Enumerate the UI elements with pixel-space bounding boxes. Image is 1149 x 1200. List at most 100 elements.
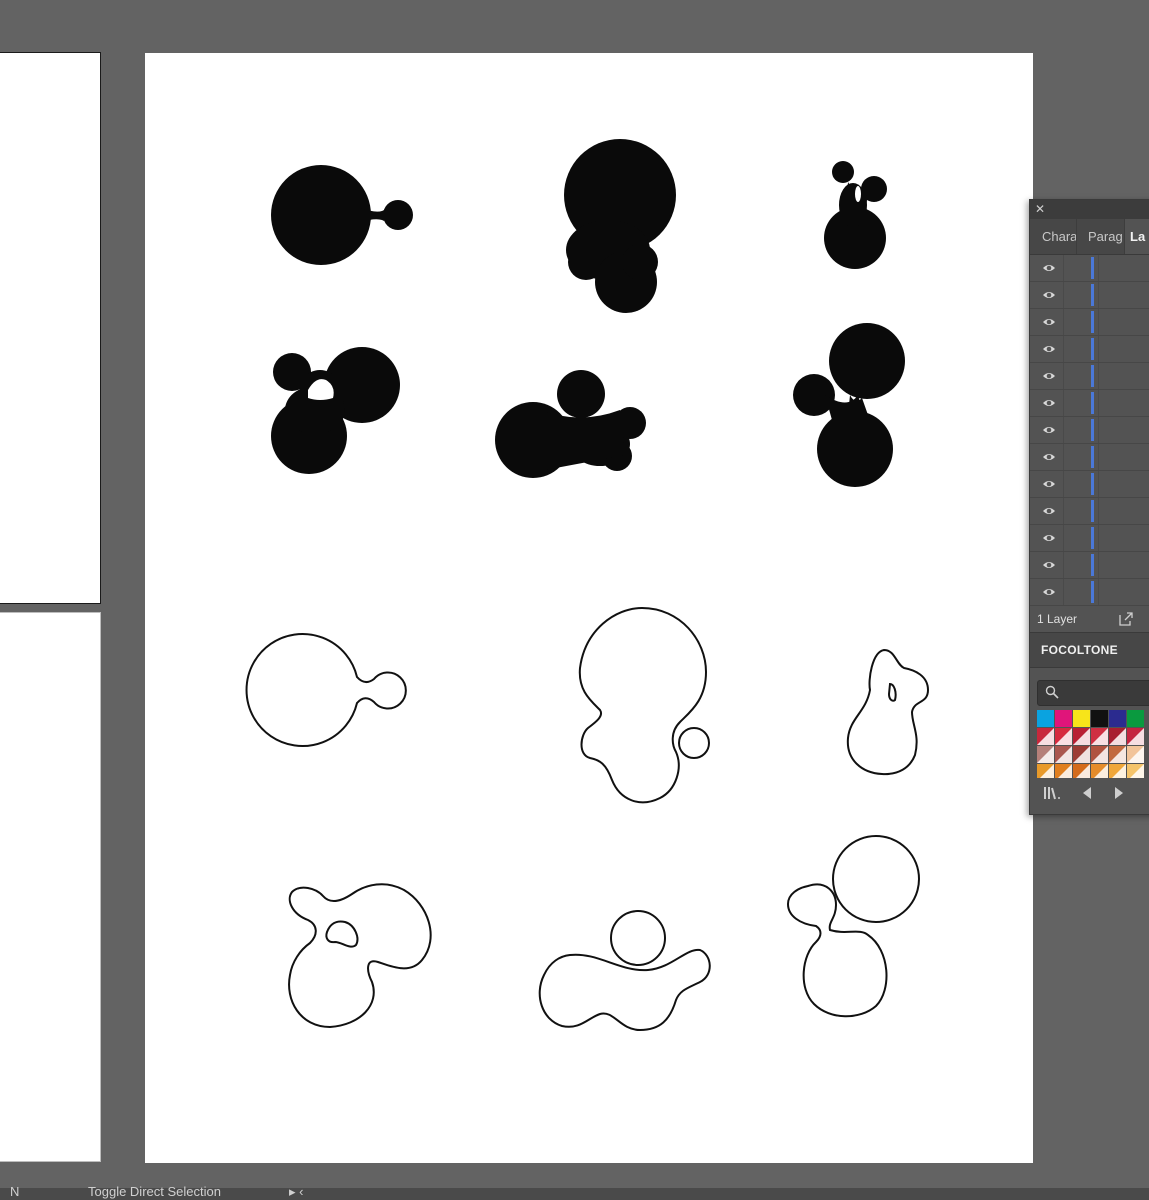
blob-hand-outline[interactable]: [846, 648, 930, 776]
lock-toggle-cell[interactable]: [1063, 390, 1064, 416]
lock-toggle-cell[interactable]: [1063, 525, 1064, 551]
eye-icon[interactable]: [1042, 450, 1056, 464]
eye-icon[interactable]: [1042, 315, 1056, 329]
blob-bulb-outline[interactable]: [578, 606, 710, 804]
blob-bulb[interactable]: [564, 139, 676, 313]
artboard-main[interactable]: [145, 53, 1033, 1163]
eye-icon[interactable]: [1042, 585, 1056, 599]
row-divider: [1098, 471, 1099, 497]
lock-toggle-cell[interactable]: [1063, 498, 1064, 524]
layer-row[interactable]: [1030, 498, 1149, 525]
panel-tabs: Chara Parag La: [1030, 219, 1149, 255]
eye-icon[interactable]: [1042, 261, 1056, 275]
color-swatch[interactable]: [1127, 710, 1144, 727]
eye-icon[interactable]: [1042, 288, 1056, 302]
lock-toggle-cell[interactable]: [1063, 552, 1064, 578]
swatch-footer: [1030, 782, 1149, 804]
blob-cluster-outline[interactable]: [288, 883, 432, 1029]
row-divider: [1098, 498, 1099, 524]
row-divider: [1098, 552, 1099, 578]
blob-wave-outline[interactable]: [538, 910, 711, 1032]
layers-panel[interactable]: ✕ Chara Parag La 1 Layer FOCOLTONE: [1029, 199, 1149, 815]
row-divider: [1098, 444, 1099, 470]
previous-icon[interactable]: [1081, 785, 1093, 801]
row-divider: [1098, 525, 1099, 551]
lock-toggle-cell[interactable]: [1063, 579, 1064, 605]
status-tool-glyph: N: [10, 1184, 20, 1199]
layer-color-indicator: [1091, 554, 1094, 576]
layer-row[interactable]: [1030, 282, 1149, 309]
close-icon[interactable]: ✕: [1035, 202, 1045, 216]
lock-toggle-cell[interactable]: [1063, 255, 1064, 281]
lock-toggle-cell[interactable]: [1063, 336, 1064, 362]
eye-icon[interactable]: [1042, 396, 1056, 410]
layer-row[interactable]: [1030, 579, 1149, 606]
blob-hand[interactable]: [824, 161, 887, 269]
layers-footer: 1 Layer: [1030, 606, 1149, 633]
blob-tower[interactable]: [793, 323, 905, 487]
layer-color-indicator: [1091, 365, 1094, 387]
layer-row[interactable]: [1030, 309, 1149, 336]
row-divider: [1098, 390, 1099, 416]
layer-row[interactable]: [1030, 471, 1149, 498]
swatch-library-header: FOCOLTONE: [1030, 633, 1149, 668]
tab-layers[interactable]: La: [1125, 219, 1149, 254]
row-divider: [1098, 336, 1099, 362]
swatch-search-input[interactable]: [1037, 680, 1149, 706]
color-swatch[interactable]: [1109, 710, 1126, 727]
panel-topbar[interactable]: ✕: [1030, 200, 1149, 219]
blob-cluster[interactable]: [271, 347, 400, 474]
blob-circle-small-outline[interactable]: [245, 633, 407, 747]
color-swatch[interactable]: [1037, 710, 1054, 727]
eye-icon[interactable]: [1042, 369, 1056, 383]
lock-toggle-cell[interactable]: [1063, 363, 1064, 389]
layer-color-indicator: [1091, 257, 1094, 279]
layer-row[interactable]: [1030, 363, 1149, 390]
layer-row[interactable]: [1030, 255, 1149, 282]
search-icon: [1045, 685, 1059, 699]
artwork-canvas: [245, 139, 930, 1032]
layer-row[interactable]: [1030, 336, 1149, 363]
eye-icon[interactable]: [1042, 477, 1056, 491]
tab-paragraph[interactable]: Parag: [1077, 219, 1125, 254]
eye-icon[interactable]: [1042, 531, 1056, 545]
row-divider: [1098, 309, 1099, 335]
blob-circle-small[interactable]: [271, 165, 413, 265]
export-icon[interactable]: [1118, 611, 1134, 627]
swatch-library-title: FOCOLTONE: [1041, 643, 1118, 657]
layer-row[interactable]: [1030, 552, 1149, 579]
status-bar: N Toggle Direct Selection ▸ ‹: [0, 1184, 1149, 1200]
layer-color-indicator: [1091, 311, 1094, 333]
eye-icon[interactable]: [1042, 423, 1056, 437]
row-divider: [1098, 363, 1099, 389]
layer-color-indicator: [1091, 581, 1094, 603]
layer-color-indicator: [1091, 473, 1094, 495]
blob-wave[interactable]: [495, 370, 646, 478]
layer-row[interactable]: [1030, 525, 1149, 552]
blob-tower-outline[interactable]: [786, 835, 920, 1018]
lock-toggle-cell[interactable]: [1063, 444, 1064, 470]
lock-toggle-cell[interactable]: [1063, 471, 1064, 497]
library-icon[interactable]: [1043, 785, 1061, 801]
layer-row[interactable]: [1030, 390, 1149, 417]
lock-toggle-cell[interactable]: [1063, 282, 1064, 308]
artboard-left-bottom: [0, 612, 101, 1162]
lock-toggle-cell[interactable]: [1063, 309, 1064, 335]
layer-row[interactable]: [1030, 417, 1149, 444]
artboard-left-top: [0, 52, 101, 604]
eye-icon[interactable]: [1042, 504, 1056, 518]
layer-color-indicator: [1091, 500, 1094, 522]
layer-row[interactable]: [1030, 444, 1149, 471]
color-swatch[interactable]: [1073, 710, 1090, 727]
row-divider: [1098, 417, 1099, 443]
eye-icon[interactable]: [1042, 342, 1056, 356]
lock-toggle-cell[interactable]: [1063, 417, 1064, 443]
status-arrows[interactable]: ▸ ‹: [289, 1184, 303, 1200]
color-swatch[interactable]: [1091, 710, 1108, 727]
layer-color-indicator: [1091, 527, 1094, 549]
color-swatch[interactable]: [1055, 710, 1072, 727]
tab-character[interactable]: Chara: [1030, 219, 1077, 254]
row-divider: [1098, 255, 1099, 281]
next-icon[interactable]: [1113, 785, 1125, 801]
eye-icon[interactable]: [1042, 558, 1056, 572]
